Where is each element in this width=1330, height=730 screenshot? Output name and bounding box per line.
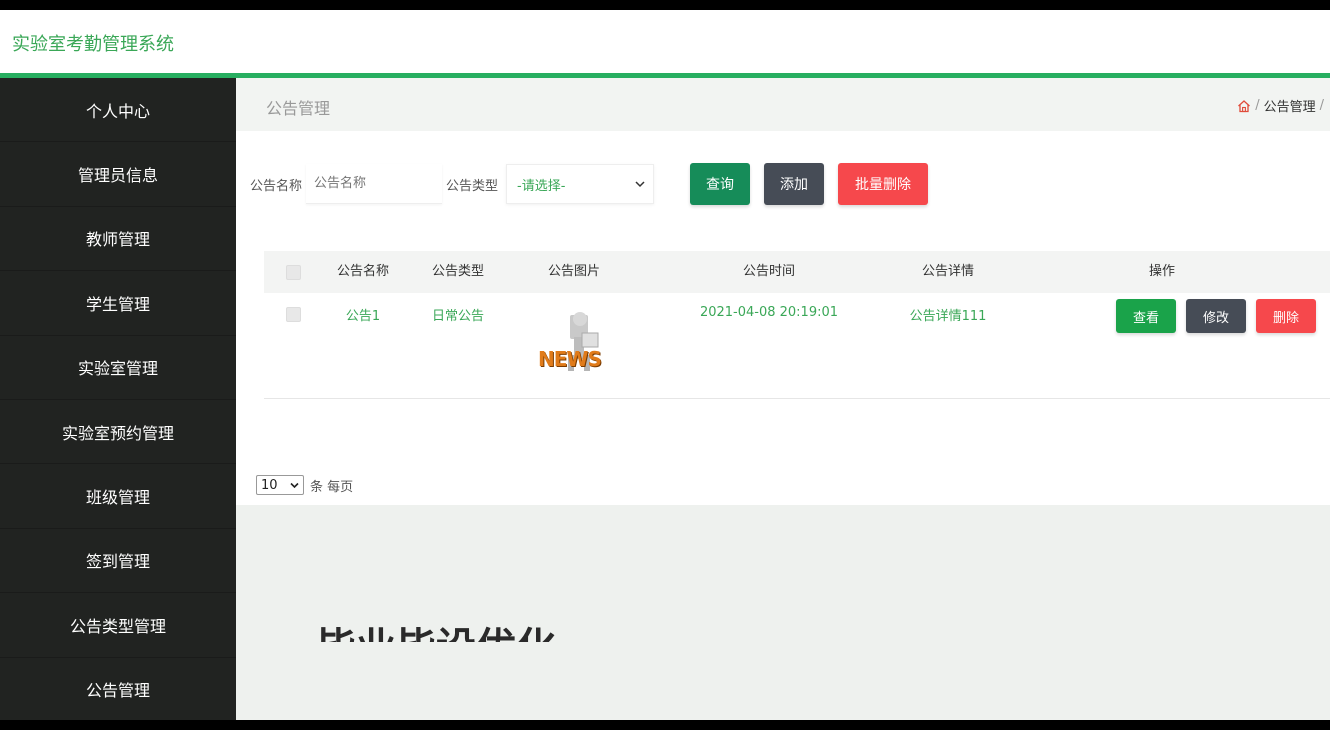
header-notice-type: 公告类型 xyxy=(431,264,484,279)
sidebar-item-notice-types[interactable]: 公告类型管理 xyxy=(0,593,236,658)
pagination: 10 条 每页 xyxy=(256,475,353,495)
breadcrumb: / 公告管理 / xyxy=(1237,96,1324,115)
row-actions: 查看 修改 删除 xyxy=(994,299,1330,333)
page-size-value: 10 xyxy=(261,477,278,493)
news-thumbnail-text: NEWS xyxy=(538,347,602,371)
sidebar-item-notices[interactable]: 公告管理 xyxy=(0,658,236,722)
header-notice-image: 公告图片 xyxy=(547,264,600,279)
delete-button[interactable]: 删除 xyxy=(1256,299,1316,333)
table-header: 公告名称 公告类型 公告图片 公告时间 公告详情 操作 xyxy=(264,251,1330,293)
page-size-select[interactable]: 10 xyxy=(256,475,304,495)
page-title: 公告管理 xyxy=(266,99,331,118)
breadcrumb-separator: / xyxy=(1319,98,1324,113)
notice-name-label: 公告名称 xyxy=(250,178,303,194)
search-form: 公告名称 公告类型 -请选择- 查询 添加 批量删除 xyxy=(250,163,929,205)
sidebar-item-teachers[interactable]: 教师管理 xyxy=(0,207,236,272)
sidebar-item-classes[interactable]: 班级管理 xyxy=(0,464,236,529)
notice-table: 公告名称 公告类型 公告图片 公告时间 公告详情 操作 公告1 日常公告 NEW… xyxy=(264,251,1330,399)
sidebar-item-students[interactable]: 学生管理 xyxy=(0,271,236,336)
watermark-text: 毕业毕设优化 xyxy=(316,626,556,642)
notice-type-select[interactable]: -请选择- xyxy=(506,164,655,204)
breadcrumb-bar: 公告管理 / 公告管理 / xyxy=(236,78,1330,131)
header-notice-detail: 公告详情 xyxy=(921,264,974,279)
sidebar-item-labs[interactable]: 实验室管理 xyxy=(0,336,236,400)
header-notice-time: 公告时间 xyxy=(742,264,795,279)
chevron-down-icon xyxy=(635,177,645,192)
header-actions: 操作 xyxy=(1148,264,1175,279)
notice-type-label: 公告类型 xyxy=(446,178,499,194)
sidebar-item-personal-center[interactable]: 个人中心 xyxy=(0,78,236,143)
search-button[interactable]: 查询 xyxy=(690,163,751,205)
breadcrumb-current[interactable]: 公告管理 xyxy=(1264,96,1316,115)
row-checkbox[interactable] xyxy=(285,307,301,322)
top-black-bar xyxy=(0,0,1330,10)
row-notice-type: 日常公告 xyxy=(431,309,484,324)
sidebar-item-checkin[interactable]: 签到管理 xyxy=(0,529,236,594)
bottom-black-bar xyxy=(0,720,1330,730)
edit-button[interactable]: 修改 xyxy=(1186,299,1246,333)
row-notice-name: 公告1 xyxy=(345,309,381,324)
notice-type-selected: -请选择- xyxy=(517,178,566,194)
content-panel: 公告名称 公告类型 -请选择- 查询 添加 批量删除 公告名称 公告类型 公告图… xyxy=(236,131,1330,505)
page-size-suffix: 条 每页 xyxy=(310,479,354,495)
select-all-checkbox[interactable] xyxy=(285,265,301,280)
sidebar-item-lab-booking[interactable]: 实验室预约管理 xyxy=(0,400,236,465)
main-content: 公告管理 / 公告管理 / 公告名称 公告类型 -请选择- 查询 添加 批量删除 xyxy=(236,78,1330,720)
home-icon[interactable] xyxy=(1237,99,1251,113)
sidebar-item-admin-info[interactable]: 管理员信息 xyxy=(0,142,236,207)
notice-name-input[interactable] xyxy=(306,164,443,204)
news-thumbnail: NEWS xyxy=(528,303,620,393)
header-notice-name: 公告名称 xyxy=(336,264,389,279)
header: 实验室考勤管理系统 xyxy=(0,10,1330,73)
row-notice-time: 2021-04-08 20:19:01 xyxy=(699,305,839,320)
app-title: 实验室考勤管理系统 xyxy=(12,34,174,55)
chevron-down-icon xyxy=(290,478,299,493)
view-button[interactable]: 查看 xyxy=(1116,299,1176,333)
breadcrumb-separator: / xyxy=(1255,98,1260,113)
row-notice-detail: 公告详情111 xyxy=(909,309,987,324)
table-row: 公告1 日常公告 NEWS 2021-04-08 20:19:01 公告详情11… xyxy=(264,293,1330,399)
add-button[interactable]: 添加 xyxy=(764,163,825,205)
sidebar: 个人中心 管理员信息 教师管理 学生管理 实验室管理 实验室预约管理 班级管理 … xyxy=(0,78,236,722)
bulk-delete-button[interactable]: 批量删除 xyxy=(838,163,929,205)
